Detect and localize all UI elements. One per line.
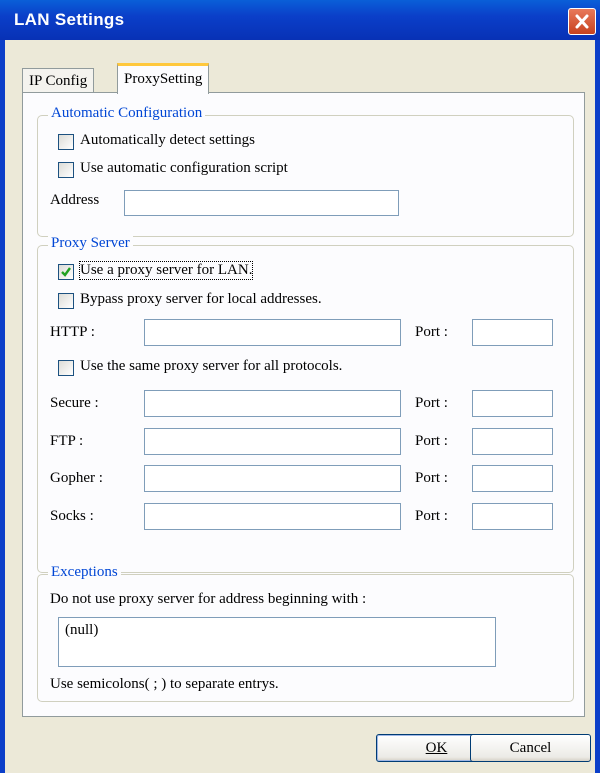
- use-proxy-label: Use a proxy server for LAN.: [78, 261, 254, 280]
- http-label: HTTP :: [50, 324, 95, 340]
- secure-address-input[interactable]: [144, 390, 401, 417]
- tab-panel-proxy-setting: Automatic Configuration Automatically de…: [22, 92, 585, 717]
- address-input[interactable]: [124, 190, 399, 216]
- same-proxy-label: Use the same proxy server for all protoc…: [80, 358, 343, 374]
- cancel-button-label: Cancel: [509, 740, 552, 756]
- auto-detect-checkbox[interactable]: [58, 134, 74, 150]
- ftp-label: FTP :: [50, 433, 84, 449]
- same-proxy-checkbox[interactable]: [58, 360, 74, 376]
- ftp-address-input[interactable]: [144, 428, 401, 455]
- address-label: Address: [50, 192, 100, 208]
- socks-label: Socks :: [50, 508, 94, 524]
- group-automatic-configuration: Automatic Configuration Automatically de…: [37, 105, 574, 237]
- window-frame-left: [0, 40, 5, 773]
- socks-port-label: Port :: [415, 508, 448, 524]
- secure-port-label: Port :: [415, 395, 448, 411]
- exceptions-value: (null): [65, 622, 99, 638]
- auto-detect-label: Automatically detect settings: [80, 132, 255, 148]
- socks-port-input[interactable]: [472, 503, 553, 530]
- exceptions-hint: Use semicolons( ; ) to separate entrys.: [50, 676, 279, 692]
- exceptions-legend: Exceptions: [48, 564, 121, 581]
- gopher-address-input[interactable]: [144, 465, 401, 492]
- ftp-port-input[interactable]: [472, 428, 553, 455]
- gopher-label: Gopher :: [50, 470, 103, 486]
- close-icon: [575, 14, 589, 29]
- group-proxy-server: Proxy Server Use a proxy server for LAN.…: [37, 235, 574, 573]
- auto-script-label: Use automatic configuration script: [80, 160, 288, 176]
- exceptions-input[interactable]: (null): [58, 617, 496, 667]
- auto-script-checkbox[interactable]: [58, 162, 74, 178]
- bypass-local-label: Bypass proxy server for local addresses.: [80, 291, 322, 307]
- exceptions-description: Do not use proxy server for address begi…: [50, 591, 367, 607]
- secure-port-input[interactable]: [472, 390, 553, 417]
- ftp-port-label: Port :: [415, 433, 448, 449]
- proxy-server-legend: Proxy Server: [48, 235, 133, 252]
- tab-ip-config[interactable]: IP Config: [22, 68, 95, 93]
- tab-ip-config-label: IP Config: [29, 73, 88, 89]
- window-title: LAN Settings: [14, 10, 125, 29]
- tab-proxy-setting[interactable]: ProxySetting: [117, 63, 210, 94]
- cancel-button[interactable]: Cancel: [470, 734, 591, 762]
- http-port-label: Port :: [415, 324, 448, 340]
- use-proxy-checkbox[interactable]: [58, 264, 74, 280]
- http-address-input[interactable]: [144, 319, 401, 346]
- gopher-port-label: Port :: [415, 470, 448, 486]
- tab-proxy-setting-label: ProxySetting: [124, 71, 203, 87]
- automatic-configuration-legend: Automatic Configuration: [48, 105, 206, 122]
- ok-button-label: OK: [425, 740, 448, 756]
- socks-address-input[interactable]: [144, 503, 401, 530]
- gopher-port-input[interactable]: [472, 465, 553, 492]
- group-exceptions: Exceptions Do not use proxy server for a…: [37, 564, 574, 702]
- http-port-input[interactable]: [472, 319, 553, 346]
- window-frame-right: [595, 40, 600, 773]
- secure-label: Secure :: [50, 395, 99, 411]
- bypass-local-checkbox[interactable]: [58, 293, 74, 309]
- close-button[interactable]: [568, 8, 596, 35]
- title-bar: LAN Settings: [0, 0, 600, 40]
- checkmark-icon: [61, 267, 71, 277]
